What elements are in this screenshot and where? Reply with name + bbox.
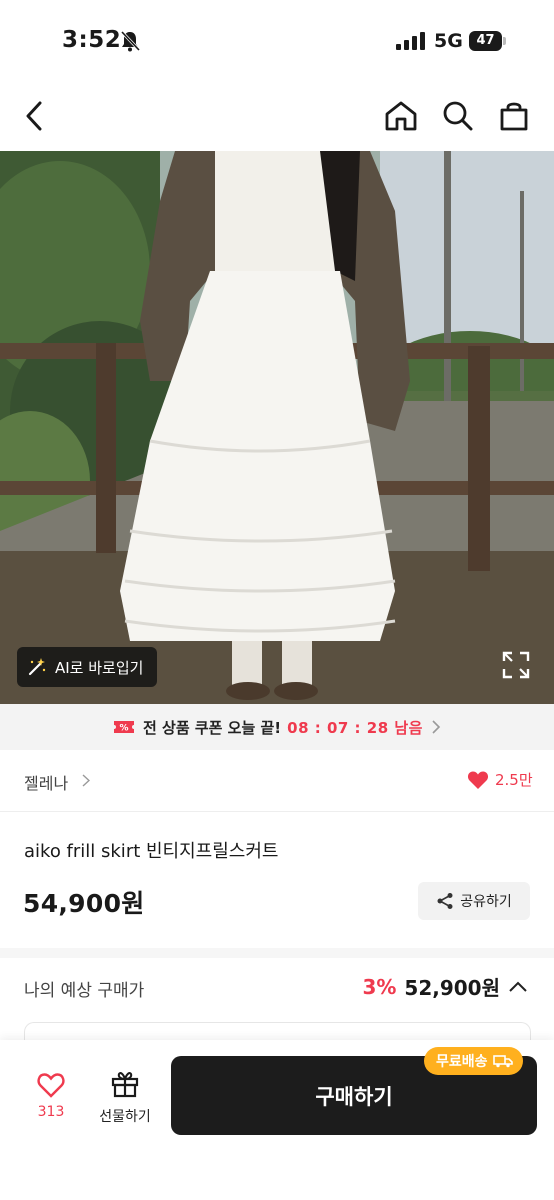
- expected-price: 52,900원: [404, 976, 500, 1000]
- chevron-right-icon: [432, 720, 441, 734]
- search-icon: [443, 101, 473, 131]
- signal-icon: [396, 32, 425, 50]
- bell-off-icon: [120, 30, 140, 52]
- like-count: 313: [37, 1104, 65, 1120]
- cart-button[interactable]: [494, 96, 534, 136]
- chevron-right-icon: [82, 774, 90, 787]
- battery-icon: 47: [469, 31, 506, 51]
- svg-text:%: %: [119, 724, 128, 734]
- product-image[interactable]: AI로 바로입기: [0, 151, 554, 704]
- network-type: 5G: [434, 30, 463, 52]
- back-button[interactable]: [14, 96, 54, 136]
- heart-outline-icon: [37, 1073, 65, 1098]
- search-button[interactable]: [438, 96, 478, 136]
- home-icon: [385, 101, 417, 131]
- gift-label: 선물하기: [99, 1109, 151, 1125]
- home-button[interactable]: [381, 96, 421, 136]
- product-photo: [0, 151, 554, 704]
- magic-wand-icon: [28, 658, 46, 676]
- share-button[interactable]: 공유하기: [418, 882, 530, 920]
- cart-icon: [500, 102, 528, 131]
- like-button[interactable]: 313: [26, 1072, 76, 1120]
- buy-label: 구매하기: [315, 1084, 393, 1109]
- ai-try-on-label: AI로 바로입기: [55, 658, 144, 677]
- coupon-banner[interactable]: % 전 상품 쿠폰 오늘 끝! 08 : 07 : 28 남음: [0, 704, 554, 750]
- discount-rate: 3%: [362, 974, 397, 999]
- brand-like-button[interactable]: 2.5만: [467, 769, 533, 790]
- heart-filled-icon: [467, 771, 489, 789]
- coupon-timer: 08 : 07 : 28 남음: [287, 718, 423, 737]
- share-label: 공유하기: [460, 894, 512, 910]
- product-title: aiko frill skirt 빈티지프릴스커트: [24, 841, 279, 862]
- bottom-action-bar: 313 선물하기 구매하기 무료배송: [0, 1040, 554, 1200]
- battery-level: 47: [469, 31, 502, 51]
- brand-name-link[interactable]: 젤레나: [24, 770, 68, 794]
- status-time: 3:52: [62, 27, 122, 53]
- brand-row: 젤레나 2.5만: [0, 750, 554, 812]
- coupon-icon: %: [114, 721, 134, 734]
- coupon-text: 전 상품 쿠폰 오늘 끝!: [143, 718, 282, 737]
- back-icon: [26, 101, 42, 131]
- like-count-top: 2.5만: [495, 771, 533, 789]
- ai-try-on-button[interactable]: AI로 바로입기: [17, 647, 158, 687]
- expand-icon[interactable]: [500, 649, 532, 681]
- share-icon: [437, 893, 453, 909]
- product-price: 54,900원: [23, 889, 145, 918]
- status-bar: 3:52 5G 47: [0, 0, 554, 82]
- expected-price-toggle[interactable]: 3% 52,900원: [362, 972, 528, 1001]
- gift-button[interactable]: 선물하기: [90, 1070, 160, 1126]
- free-shipping-label: 무료배송: [436, 1054, 488, 1070]
- truck-icon: [492, 1055, 513, 1068]
- expected-price-label: 나의 예상 구매가: [24, 981, 145, 1001]
- top-navigation: [0, 82, 554, 152]
- free-shipping-badge: 무료배송: [424, 1047, 523, 1075]
- chevron-up-icon: [509, 981, 527, 992]
- section-divider: [0, 948, 554, 958]
- gift-icon: [111, 1072, 139, 1098]
